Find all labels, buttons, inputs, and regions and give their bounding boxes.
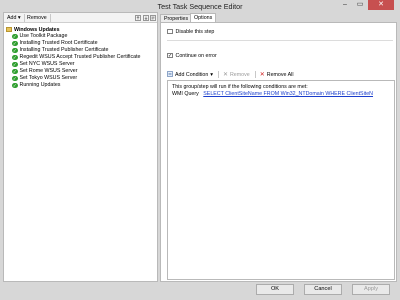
- tree-item[interactable]: ✓ Installing Trusted Root Certificate: [12, 40, 98, 47]
- disable-step-checkbox[interactable]: [167, 28, 173, 35]
- green-check-icon: ✓: [12, 40, 18, 46]
- move-up-icon[interactable]: [135, 15, 141, 21]
- tree-group-label: Windows Updates: [14, 26, 60, 33]
- tree-item-label: Use Toolkit Package: [19, 33, 68, 40]
- disable-step-label: Disable this step: [175, 28, 215, 35]
- tree-item[interactable]: ✓ Use Toolkit Package: [12, 33, 67, 40]
- tree-item[interactable]: ✓ Installing Trusted Publisher Certifica…: [12, 47, 108, 54]
- ok-button[interactable]: OK: [256, 284, 294, 295]
- continue-on-error-label: Continue on error: [175, 52, 217, 59]
- toolbar-divider: [24, 14, 25, 22]
- tree-item-label: Set NYC WSUS Server: [19, 61, 75, 68]
- toolbar-divider: [217, 71, 219, 78]
- chevron-down-icon: ▾: [210, 71, 213, 78]
- continue-on-error-row: ✓ Continue on error: [167, 52, 217, 59]
- add-condition-label: Add Condition: [175, 71, 209, 78]
- tree-item-label: Installing Trusted Publisher Certificate: [19, 47, 109, 54]
- remove-button[interactable]: Remove: [27, 15, 47, 21]
- remove-condition-button[interactable]: ✕ Remove: [222, 71, 250, 79]
- add-condition-button[interactable]: Add Condition ▾: [167, 70, 213, 79]
- tree-item[interactable]: ✓ Set Tokyo WSUS Server: [12, 75, 77, 82]
- tree-item[interactable]: ✓ Regedit WSUS Accept Trusted Publisher …: [12, 54, 141, 61]
- conditions-toolbar: Add Condition ▾ ✕ Remove ✕ Remove All: [167, 70, 393, 79]
- tree-group-windows-updates[interactable]: Windows Updates: [6, 26, 60, 33]
- continue-on-error-checkbox[interactable]: ✓: [167, 52, 173, 59]
- green-check-icon: ✓: [12, 61, 18, 67]
- remove-all-icon: ✕: [259, 72, 265, 78]
- green-check-icon: ✓: [12, 33, 18, 39]
- left-toolbar: Add ▾ Remove: [4, 13, 157, 23]
- apply-button[interactable]: Apply: [352, 284, 390, 295]
- wmi-label: WMI Query: [172, 91, 199, 97]
- green-check-icon: ✓: [12, 47, 18, 53]
- add-menu-button[interactable]: Add ▾: [7, 15, 21, 21]
- maximize-button[interactable]: ▭: [354, 0, 366, 10]
- remove-icon: ✕: [222, 72, 228, 78]
- divider: [167, 40, 393, 41]
- add-condition-icon: [167, 70, 173, 79]
- minimize-button[interactable]: –: [338, 0, 352, 10]
- move-down-icon[interactable]: [143, 15, 149, 21]
- wmi-query-link[interactable]: SELECT ClientSiteName FROM Win32_NTDomai…: [203, 91, 373, 97]
- dialog-button-bar: OK Cancel Apply: [0, 282, 400, 300]
- remove-condition-label: Remove: [229, 71, 250, 78]
- title-bar: Test Task Sequence Editor – ▭ ✕: [0, 0, 400, 12]
- toolbar-divider: [50, 14, 51, 22]
- conditions-header: This group/step will run if the followin…: [172, 84, 308, 90]
- close-button[interactable]: ✕: [368, 0, 394, 10]
- properties-icon[interactable]: [150, 15, 156, 21]
- cancel-button[interactable]: Cancel: [304, 284, 342, 295]
- tree-item-label: Running Updates: [19, 82, 61, 89]
- condition-row[interactable]: WMI Query SELECT ClientSiteName FROM Win…: [172, 91, 373, 97]
- disable-step-row: Disable this step: [167, 28, 214, 35]
- tree-item[interactable]: ✓ Set Rome WSUS Server: [12, 68, 78, 75]
- green-check-icon: ✓: [12, 82, 18, 88]
- chevron-down-icon: ▾: [17, 15, 21, 21]
- tree-item-label: Installing Trusted Root Certificate: [19, 40, 98, 47]
- tree-item-label: Regedit WSUS Accept Trusted Publisher Ce…: [19, 54, 141, 61]
- green-check-icon: ✓: [12, 75, 18, 81]
- remove-all-label: Remove All: [266, 71, 294, 78]
- remove-all-button[interactable]: ✕ Remove All: [259, 71, 294, 79]
- green-check-icon: ✓: [12, 68, 18, 74]
- add-label: Add: [7, 15, 17, 21]
- tab-options[interactable]: Options: [190, 13, 217, 22]
- tree-item[interactable]: ✓ Running Updates: [12, 82, 60, 89]
- options-panel: Disable this step ✓ Continue on error Ad…: [160, 22, 397, 282]
- conditions-list: This group/step will run if the followin…: [167, 80, 395, 280]
- green-check-icon: ✓: [12, 54, 18, 60]
- tree-item[interactable]: ✓ Set NYC WSUS Server: [12, 61, 75, 68]
- toolbar-divider: [254, 71, 256, 78]
- tab-properties[interactable]: Properties: [160, 14, 193, 22]
- task-sequence-panel: Add ▾ Remove Windows Updates ✓ Use Toolk…: [3, 12, 158, 282]
- tree-item-label: Set Tokyo WSUS Server: [19, 75, 78, 82]
- folder-icon: [6, 27, 12, 32]
- tree-item-label: Set Rome WSUS Server: [19, 68, 78, 75]
